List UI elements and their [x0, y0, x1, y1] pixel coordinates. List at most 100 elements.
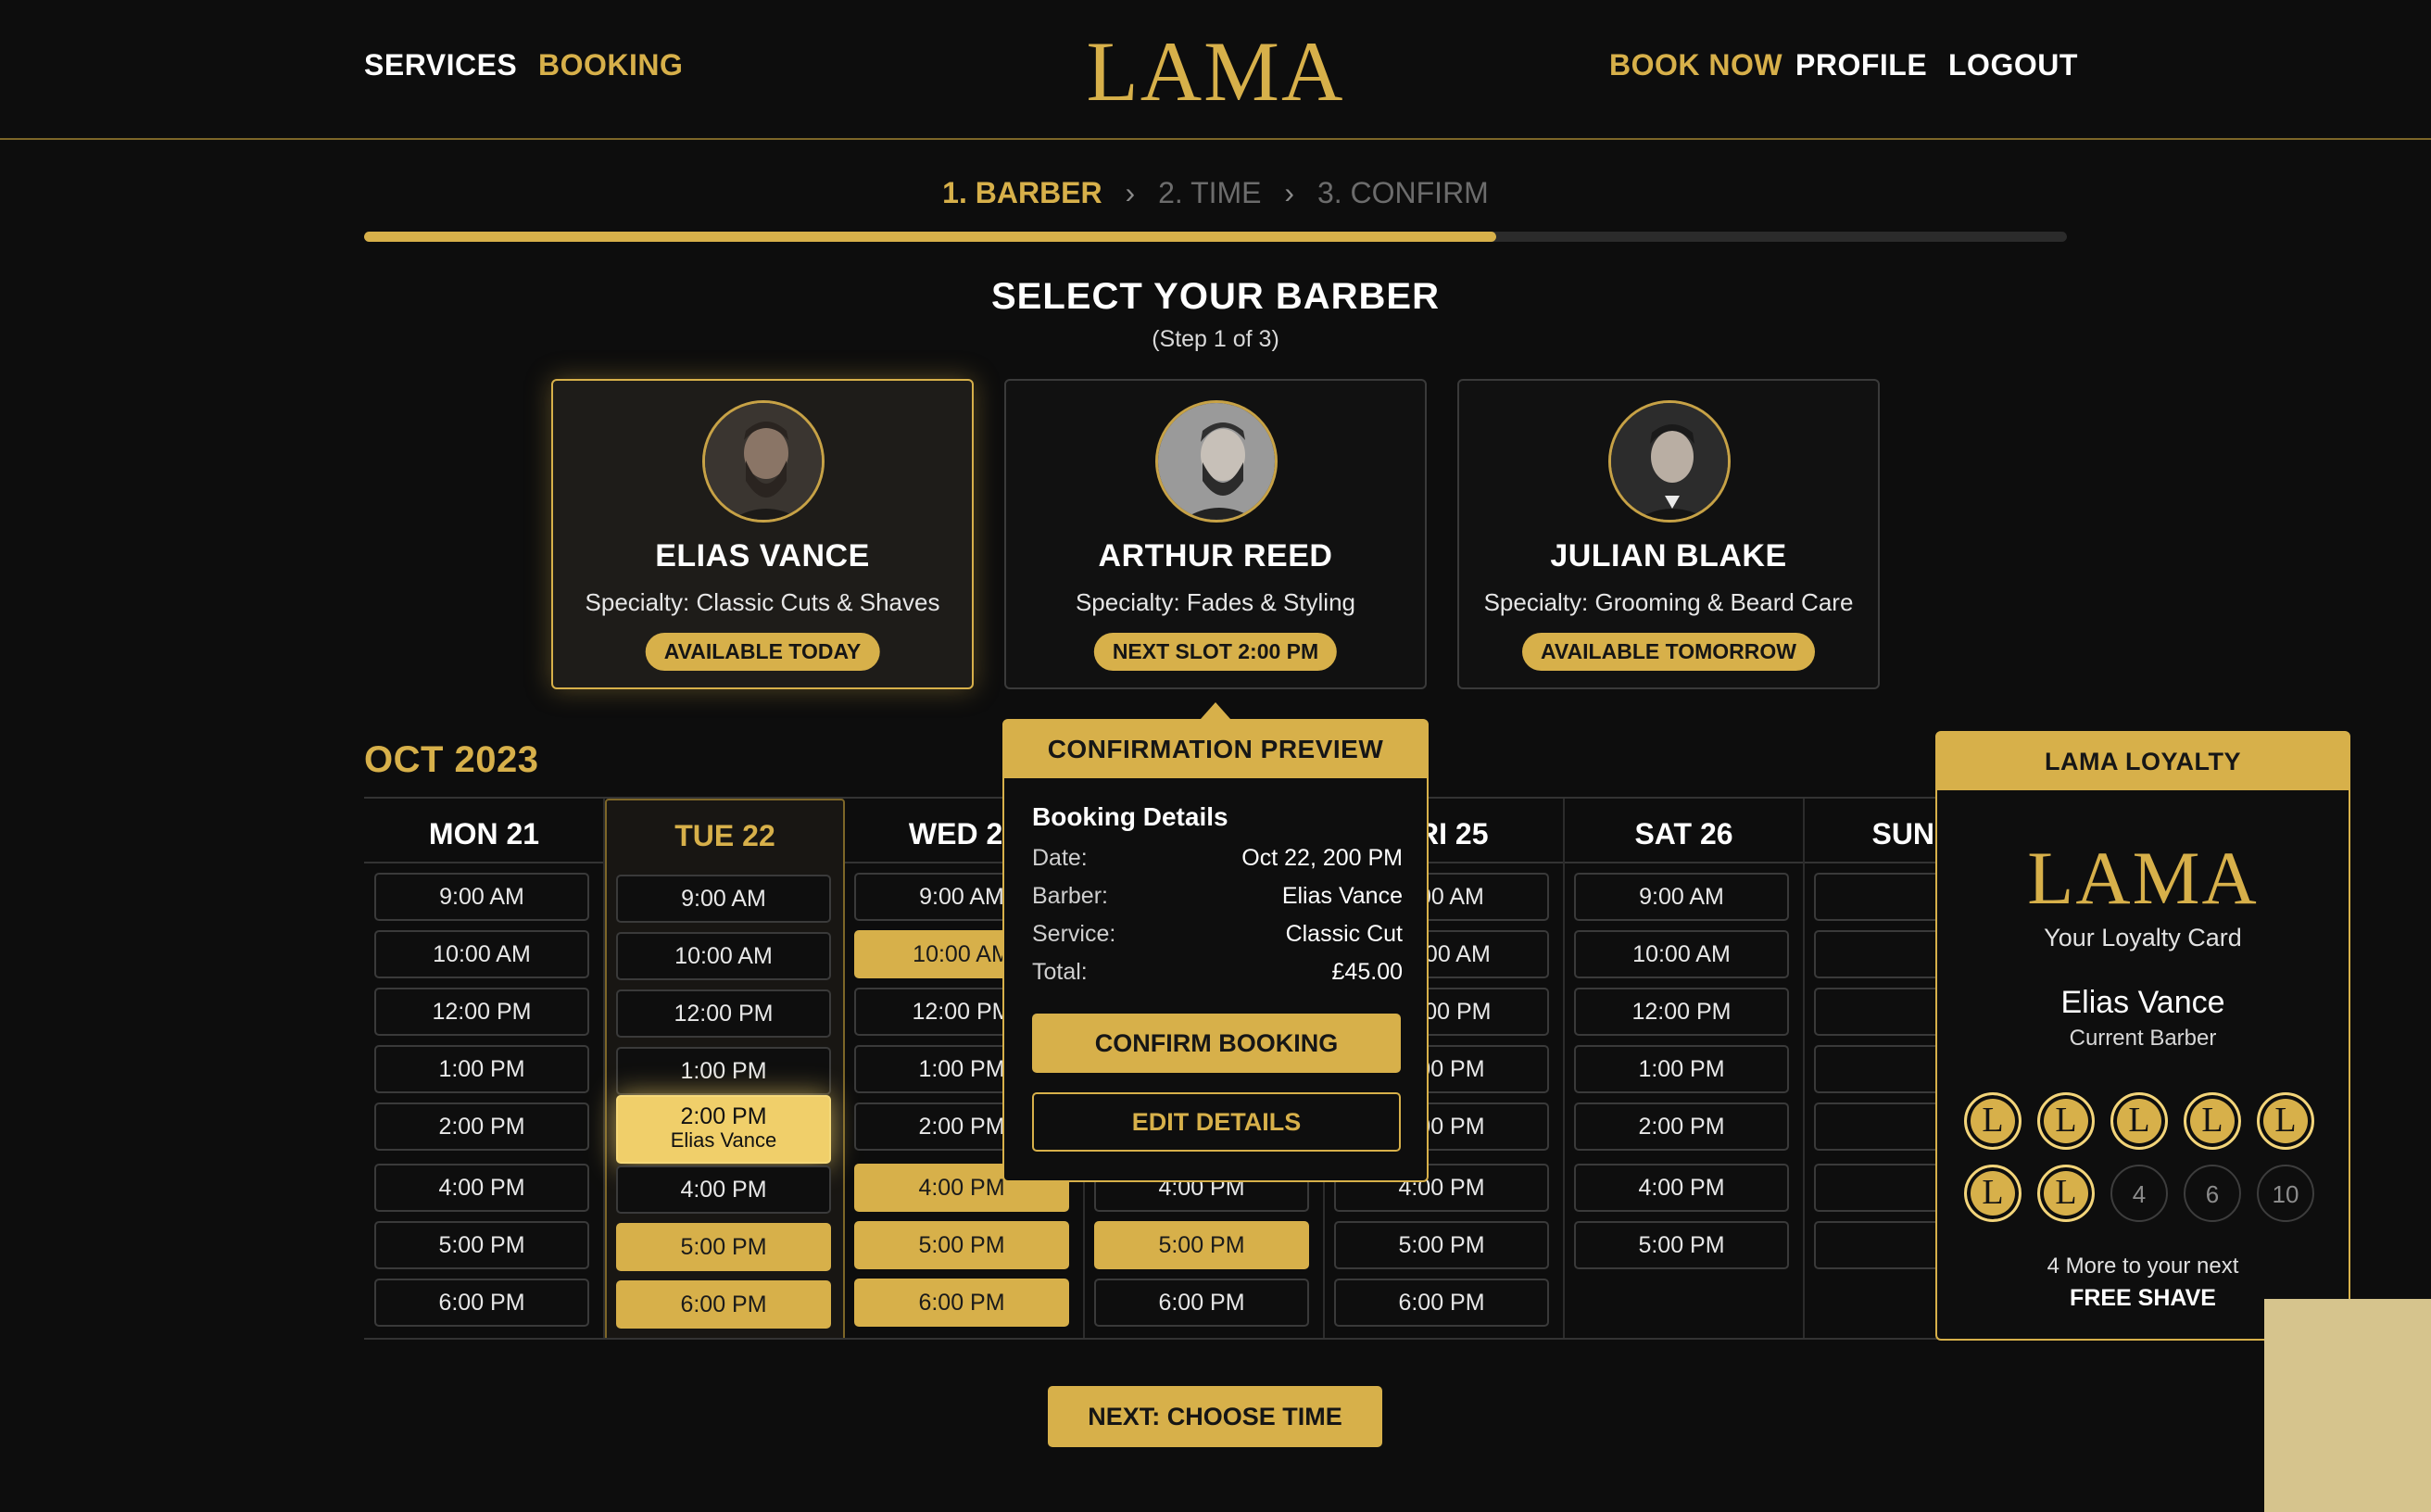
- time-slot[interactable]: 6:00 PM: [854, 1279, 1069, 1327]
- loyalty-stamp-empty: 6: [2184, 1165, 2241, 1222]
- time-slot-label: 6:00 PM: [1398, 1290, 1485, 1316]
- time-slot[interactable]: 6:00 PM: [1334, 1279, 1549, 1327]
- time-slot-label: 4:00 PM: [918, 1175, 1005, 1201]
- time-slot[interactable]: 10:00 AM: [374, 930, 589, 978]
- time-slot[interactable]: 12:00 PM: [1574, 988, 1789, 1036]
- edit-details-button[interactable]: EDIT DETAILS: [1032, 1092, 1401, 1152]
- step-barber[interactable]: 1. BARBER: [942, 176, 1102, 209]
- time-slot-label: 9:00 AM: [681, 886, 766, 912]
- detail-value: Elias Vance: [1281, 883, 1403, 909]
- chevron-right-icon: ›: [1125, 176, 1136, 209]
- time-slot[interactable]: 4:00 PM: [374, 1164, 589, 1212]
- barber-specialty: Specialty: Fades & Styling: [1075, 588, 1356, 616]
- time-slot-label: 1:00 PM: [438, 1056, 525, 1082]
- step-time[interactable]: 2. TIME: [1158, 176, 1261, 209]
- time-slot[interactable]: 6:00 PM: [374, 1279, 589, 1327]
- loyalty-card-panel: LAMA LOYALTY LAMA Your Loyalty Card Elia…: [1935, 731, 2350, 1341]
- loyalty-stamp-filled: L: [2184, 1092, 2241, 1150]
- time-slot[interactable]: 12:00 PM: [616, 989, 831, 1038]
- loyalty-barber-name: Elias Vance: [2060, 985, 2225, 1020]
- barber-card-julian-blake[interactable]: JULIAN BLAKE Specialty: Grooming & Beard…: [1457, 379, 1880, 689]
- time-slot-label: 2:00 PM: [918, 1114, 1005, 1140]
- barber-card-elias-vance[interactable]: ELIAS VANCE Specialty: Classic Cuts & Sh…: [551, 379, 974, 689]
- time-slot-label: 5:00 PM: [438, 1232, 525, 1258]
- progress-bar-fill: [364, 232, 1497, 242]
- time-slot[interactable]: 9:00 AM: [374, 873, 589, 921]
- nav-logout-link[interactable]: LOGOUT: [1948, 48, 2078, 82]
- time-slot-label: 10:00 AM: [433, 941, 531, 967]
- time-slot-label: 2:00 PM: [1638, 1114, 1725, 1140]
- avatar: [1608, 400, 1731, 523]
- time-slot[interactable]: 5:00 PM: [374, 1221, 589, 1269]
- time-slot-label: 4:00 PM: [1638, 1175, 1725, 1201]
- nav-profile-link[interactable]: PROFILE: [1795, 48, 1927, 82]
- detail-label: Date:: [1032, 845, 1088, 871]
- time-slot-label: 2:00 PM: [438, 1114, 525, 1140]
- time-slot-label: 5:00 PM: [918, 1232, 1005, 1258]
- time-slot[interactable]: 10:00 AM: [1574, 930, 1789, 978]
- loyalty-barber-role: Current Barber: [2069, 1026, 2217, 1051]
- time-slot[interactable]: 5:00 PM: [616, 1223, 831, 1271]
- time-slot[interactable]: 1:00 PM: [616, 1047, 831, 1095]
- page-subtitle: (Step 1 of 3): [1152, 326, 1279, 352]
- time-slot-label: 4:00 PM: [680, 1177, 767, 1203]
- detail-value: Oct 22, 200 PM: [1241, 845, 1403, 871]
- time-slot-label: 5:00 PM: [1638, 1232, 1725, 1258]
- barber-card-arthur-reed[interactable]: ARTHUR REED Specialty: Fades & Styling N…: [1004, 379, 1427, 689]
- barber-specialty: Specialty: Classic Cuts & Shaves: [585, 588, 940, 616]
- nav-book-now-link[interactable]: BOOK NOW: [1609, 48, 1782, 82]
- confirm-booking-button[interactable]: CONFIRM BOOKING: [1032, 1014, 1401, 1073]
- time-slot[interactable]: 12:00 PM: [374, 988, 589, 1036]
- time-slot-label: 4:00 PM: [438, 1175, 525, 1201]
- day-column: SAT 26 9:00 AM 10:00 AM 12:00 PM 1:00 PM 2:00…: [1565, 799, 1805, 1338]
- time-slot[interactable]: 9:00 AM: [616, 875, 831, 923]
- time-slot-label: 1:00 PM: [918, 1056, 1005, 1082]
- time-slot[interactable]: 4:00 PM: [616, 1166, 831, 1214]
- time-slot[interactable]: 2:00 PM: [374, 1102, 589, 1151]
- confirmation-preview-popup: CONFIRMATION PREVIEW Booking Details Dat…: [1002, 719, 1429, 1182]
- day-header: SAT 26: [1634, 817, 1733, 850]
- time-slot-label: 9:00 AM: [439, 884, 524, 910]
- time-slot[interactable]: 9:00 AM: [1574, 873, 1789, 921]
- time-slot[interactable]: 2:00 PM Elias Vance: [616, 1095, 831, 1164]
- time-slot-label: 12:00 PM: [432, 999, 532, 1025]
- time-slot[interactable]: 5:00 PM: [1094, 1221, 1309, 1269]
- time-slot[interactable]: 1:00 PM: [1574, 1045, 1789, 1093]
- loyalty-stamp-empty: 10: [2257, 1165, 2314, 1222]
- page-title: SELECT YOUR BARBER: [991, 276, 1440, 317]
- detail-value: £45.00: [1331, 959, 1403, 985]
- time-slot-label: 5:00 PM: [1398, 1232, 1485, 1258]
- progress-bar: [364, 232, 2067, 242]
- time-slot-label: 6:00 PM: [680, 1292, 767, 1317]
- time-slot[interactable]: 10:00 AM: [616, 932, 831, 980]
- time-slot[interactable]: 1:00 PM: [374, 1045, 589, 1093]
- time-slot-label: 2:00 PM: [680, 1103, 767, 1129]
- time-slot[interactable]: 2:00 PM: [1574, 1102, 1789, 1151]
- time-slot[interactable]: 6:00 PM: [1094, 1279, 1309, 1327]
- loyalty-stamp-filled: L: [2257, 1092, 2314, 1150]
- step-confirm[interactable]: 3. CONFIRM: [1317, 176, 1489, 209]
- time-slot-label: 6:00 PM: [438, 1290, 525, 1316]
- time-slot[interactable]: 4:00 PM: [1574, 1164, 1789, 1212]
- next-choose-time-button[interactable]: NEXT: CHOOSE TIME: [1048, 1386, 1382, 1447]
- loyalty-logo: LAMA: [2027, 836, 2259, 920]
- time-slot-label: 9:00 AM: [919, 884, 1004, 910]
- time-slot[interactable]: 6:00 PM: [616, 1280, 831, 1329]
- day-header: TUE 22: [674, 819, 775, 852]
- day-column: TUE 22 9:00 AM 10:00 AM 12:00 PM 1:00 PM 2:00…: [605, 799, 845, 1338]
- day-header: MON 21: [428, 817, 540, 850]
- booking-stepper: 1. BARBER › 2. TIME › 3. CONFIRM: [364, 176, 2067, 210]
- availability-badge: AVAILABLE TODAY: [645, 633, 880, 671]
- day-column: MON 21 9:00 AM 10:00 AM 12:00 PM 1:00 PM 2:00…: [365, 799, 605, 1338]
- time-slot-label: 12:00 PM: [912, 999, 1012, 1025]
- time-slot[interactable]: 5:00 PM: [1574, 1221, 1789, 1269]
- barber-specialty: Specialty: Grooming & Beard Care: [1483, 588, 1854, 616]
- booking-details-heading: Booking Details: [1032, 802, 1228, 831]
- time-slot-label: 5:00 PM: [1158, 1232, 1245, 1258]
- calendar-month-label: OCT 2023: [364, 739, 539, 780]
- loyalty-progress-message: 4 More to your next: [2047, 1254, 2239, 1279]
- time-slot-label: 10:00 AM: [913, 941, 1011, 967]
- availability-badge: NEXT SLOT 2:00 PM: [1093, 633, 1338, 671]
- time-slot[interactable]: 5:00 PM: [854, 1221, 1069, 1269]
- time-slot[interactable]: 5:00 PM: [1334, 1221, 1549, 1269]
